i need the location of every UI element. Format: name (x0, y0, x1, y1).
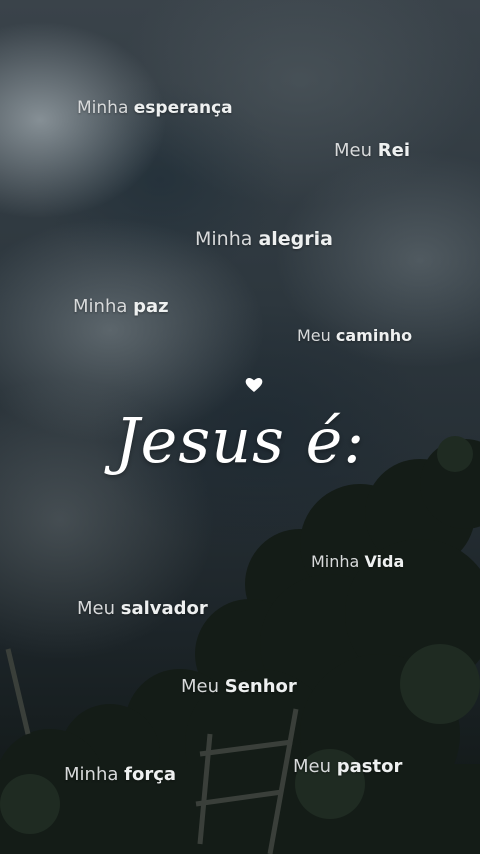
phrase-joy: Minha alegria (195, 228, 333, 250)
phrase-word: paz (133, 296, 169, 317)
phrase-prefix: Minha (77, 98, 129, 118)
phrase-prefix: Minha (73, 296, 128, 317)
heart-icon (245, 377, 263, 392)
phrase-word: pastor (336, 756, 403, 777)
phrase-prefix: Meu (181, 676, 220, 697)
tree-silhouettes (0, 436, 480, 854)
phrase-word: Vida (364, 552, 405, 571)
page-title: Jesus é: (114, 404, 366, 477)
phrase-word: salvador (120, 598, 208, 619)
phrase-shepherd: Meu pastor (293, 756, 402, 777)
phrase-lord: Meu Senhor (181, 676, 297, 697)
phrase-life: Minha Vida (311, 552, 404, 571)
phrase-prefix: Minha (311, 552, 360, 571)
phrase-word: Rei (377, 140, 410, 161)
phrase-prefix: Meu (77, 598, 116, 619)
phrase-savior: Meu salvador (77, 598, 208, 619)
phrase-king: Meu Rei (334, 140, 410, 161)
phrase-word: força (124, 764, 177, 785)
phrase-prefix: Minha (195, 228, 253, 250)
phrase-word: esperança (133, 98, 233, 118)
phrase-prefix: Meu (297, 326, 331, 345)
phrase-prefix: Meu (293, 756, 332, 777)
phrase-path: Meu caminho (297, 326, 412, 345)
phrase-hope: Minha esperança (77, 98, 233, 118)
phrase-word: Senhor (224, 676, 297, 697)
phrase-word: alegria (258, 228, 333, 250)
phrase-peace: Minha paz (73, 296, 169, 317)
phrase-prefix: Minha (64, 764, 119, 785)
phrase-strength: Minha força (64, 764, 176, 785)
phrase-word: caminho (335, 326, 413, 345)
phrase-prefix: Meu (334, 140, 373, 161)
